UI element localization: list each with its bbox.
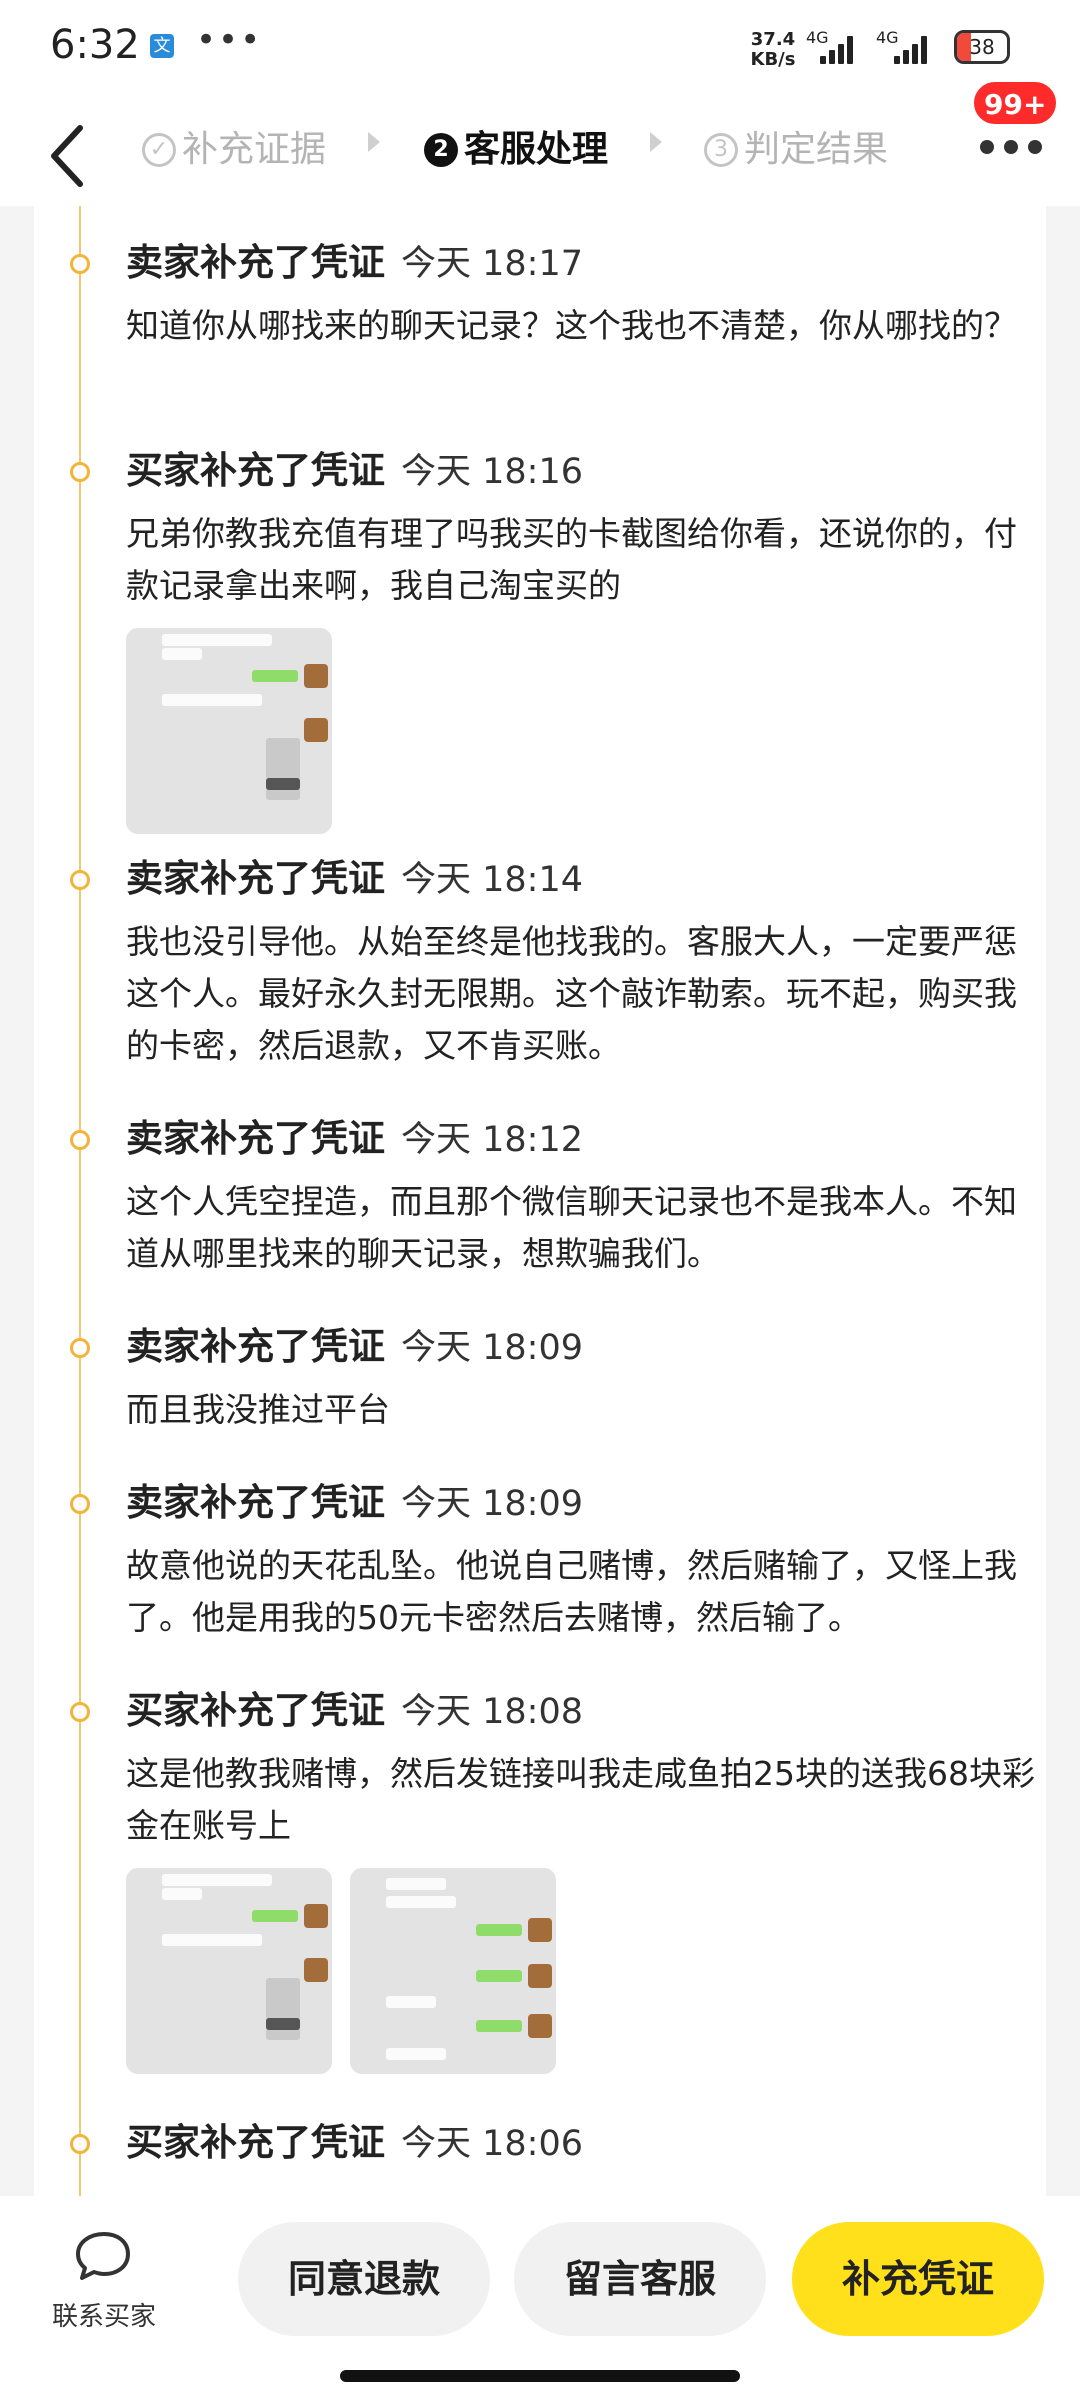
entry-time: 今天 18:17	[401, 244, 583, 284]
evidence-image-thumbnail[interactable]	[350, 1868, 556, 2074]
entry-time: 今天 18:06	[401, 2124, 583, 2164]
entry-time: 今天 18:16	[401, 452, 583, 492]
more-dot-icon	[980, 140, 994, 154]
battery-icon: 38	[954, 30, 1010, 64]
entry-text: 而且我没推过平台	[126, 1390, 390, 1429]
back-button[interactable]	[40, 114, 100, 194]
entry-text: 这是他教我赌博，然后发链接叫我走咸鱼拍25块的送我68块彩金在账号上	[126, 1754, 1035, 1845]
timeline-dot-icon	[70, 1130, 90, 1150]
entry-actor: 卖家补充了凭证	[126, 1481, 385, 1524]
entry-actor: 买家补充了凭证	[126, 449, 385, 492]
entry-actor: 买家补充了凭证	[126, 2121, 385, 2164]
notification-badge: 99+	[972, 80, 1059, 126]
signal-icon-2	[890, 34, 932, 64]
entry-text: 故意他说的天花乱坠。他说自己赌博，然后赌输了，又怪上我了。他是用我的50元卡密然…	[126, 1546, 1017, 1637]
timeline-dot-icon	[70, 1338, 90, 1358]
entry-title: 卖家补充了凭证 今天 18:17	[126, 232, 583, 286]
contact-buyer-label: 联系买家	[51, 2302, 156, 2332]
entry-title: 卖家补充了凭证 今天 18:09	[126, 1316, 583, 1370]
entry-time: 今天 18:09	[401, 1328, 583, 1368]
step-add-evidence[interactable]: ✓ 补充证据	[142, 120, 326, 180]
status-bar: 6:32 文 ••• 37.4 KB/s 4G 4G 38	[0, 0, 1080, 100]
timeline-dot-icon	[70, 2134, 90, 2154]
more-dot-icon	[1004, 140, 1018, 154]
more-button[interactable]	[976, 140, 1046, 170]
battery-level: 38	[969, 35, 995, 59]
entry-actor: 卖家补充了凭证	[126, 1117, 385, 1160]
network-speed-value: 37.4	[750, 29, 796, 50]
entry-time: 今天 18:09	[401, 1484, 583, 1524]
step-service-handling[interactable]: 2 客服处理	[424, 120, 608, 180]
agree-refund-button[interactable]: 同意退款	[238, 2222, 490, 2336]
more-dot-icon	[1028, 140, 1042, 154]
chevron-left-icon	[51, 125, 83, 187]
timeline-dot-icon	[70, 870, 90, 890]
evidence-image-thumbnail[interactable]	[126, 628, 332, 834]
step-number: 3	[704, 133, 738, 167]
add-evidence-button[interactable]: 补充凭证	[792, 2222, 1044, 2336]
entry-title: 买家补充了凭证 今天 18:06	[126, 2112, 583, 2166]
step-number: 2	[424, 133, 458, 167]
timeline-dot-icon	[70, 1494, 90, 1514]
entry-time: 今天 18:14	[401, 860, 583, 900]
entry-actor: 卖家补充了凭证	[126, 241, 385, 284]
timeline-card: 卖家补充了凭证 今天 18:17 知道你从哪找来的聊天记录？这个我也不清楚，你从哪…	[34, 206, 1046, 2196]
timeline-dot-icon	[70, 254, 90, 274]
entry-actor: 卖家补充了凭证	[126, 857, 385, 900]
more-notifications-icon: •••	[196, 20, 263, 60]
network-speed-unit: KB/s	[750, 49, 796, 70]
translate-app-icon: 文	[150, 34, 174, 58]
contact-buyer-button[interactable]: 联系买家	[34, 2230, 174, 2340]
entry-title: 卖家补充了凭证 今天 18:14	[126, 848, 583, 902]
entry-actor: 卖家补充了凭证	[126, 1325, 385, 1368]
network-speed: 37.4 KB/s	[744, 30, 802, 70]
timeline-dot-icon	[70, 1702, 90, 1722]
entry-time: 今天 18:12	[401, 1120, 583, 1160]
step-label: 判定结果	[744, 129, 889, 170]
timeline-dot-icon	[70, 462, 90, 482]
message-service-button[interactable]: 留言客服	[514, 2222, 766, 2336]
signal-icon	[816, 34, 858, 64]
step-label: 补充证据	[182, 129, 327, 170]
evidence-image-thumbnail[interactable]	[126, 1868, 332, 2074]
status-time: 6:32	[50, 22, 140, 68]
entry-title: 卖家补充了凭证 今天 18:12	[126, 1108, 583, 1162]
entry-title: 买家补充了凭证 今天 18:08	[126, 1680, 583, 1734]
bottom-action-bar: 联系买家 同意退款 留言客服 补充凭证	[0, 2196, 1080, 2400]
step-check-icon: ✓	[142, 133, 176, 167]
header: ✓ 补充证据 2 客服处理 3 判定结果 99+	[0, 80, 1080, 206]
entry-title: 买家补充了凭证 今天 18:16	[126, 440, 583, 494]
entry-text: 知道你从哪找来的聊天记录？这个我也不清楚，你从哪找的？	[126, 306, 1017, 345]
entry-title: 卖家补充了凭证 今天 18:09	[126, 1472, 583, 1526]
step-arrow-icon	[368, 132, 380, 152]
entry-text: 这个人凭空捏造，而且那个微信聊天记录也不是我本人。不知道从哪里找来的聊天记录，想…	[126, 1182, 1017, 1273]
entry-text: 兄弟你教我充值有理了吗我买的卡截图给你看，还说你的，付款记录拿出来啊，我自己淘宝…	[126, 514, 1017, 605]
entry-time: 今天 18:08	[401, 1692, 583, 1732]
step-arrow-icon	[650, 132, 662, 152]
entry-text: 我也没引导他。从始至终是他找我的。客服大人，一定要严惩这个人。最好永久封无限期。…	[126, 922, 1017, 1065]
step-result[interactable]: 3 判定结果	[704, 120, 888, 180]
chat-bubble-icon	[76, 2232, 130, 2280]
step-label: 客服处理	[464, 129, 609, 170]
timeline-line	[79, 206, 81, 2196]
entry-actor: 买家补充了凭证	[126, 1689, 385, 1732]
home-indicator[interactable]	[340, 2370, 740, 2382]
